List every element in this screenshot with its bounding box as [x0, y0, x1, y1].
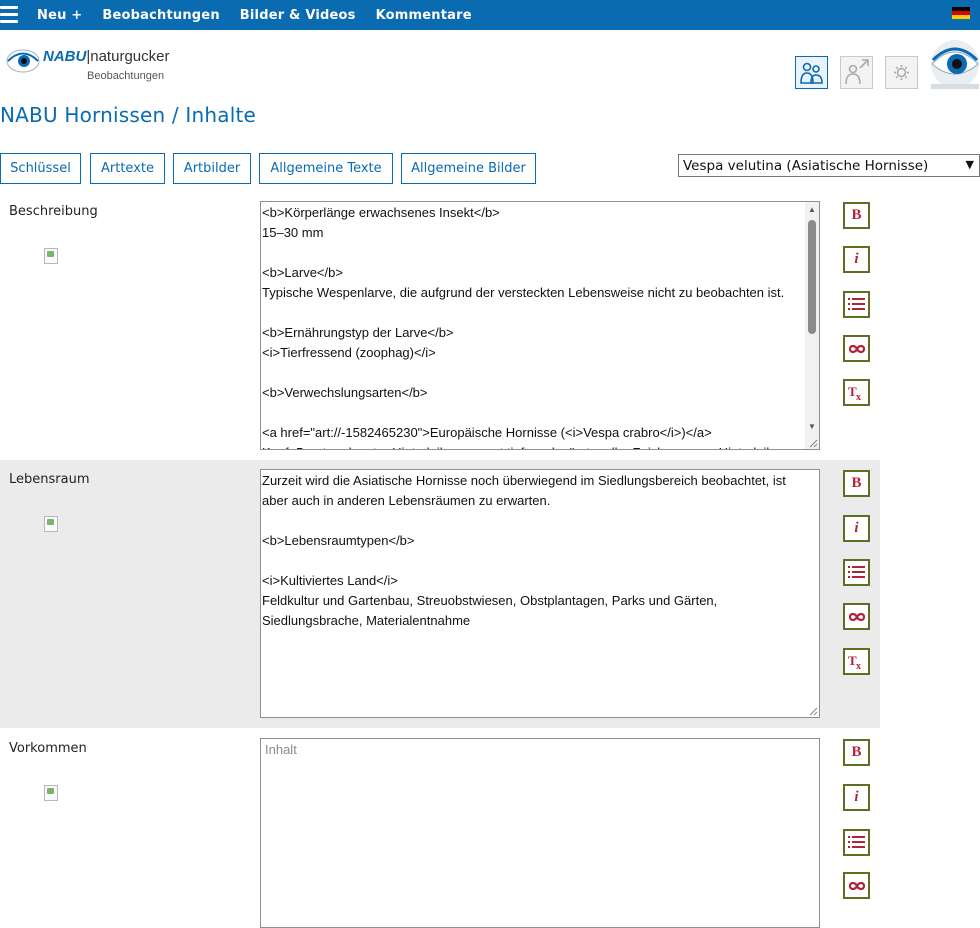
clear-format-button[interactable]: Tx: [843, 648, 870, 675]
list-button[interactable]: [843, 291, 870, 318]
section-label: Beschreibung: [9, 204, 98, 219]
svg-text:x: x: [856, 392, 861, 401]
list-button[interactable]: [843, 559, 870, 586]
italic-icon: i: [854, 789, 859, 805]
resize-grip-icon[interactable]: [808, 706, 818, 716]
list-icon: [848, 566, 865, 578]
section-vorkommen: Vorkommen Inhalt B i: [0, 729, 880, 928]
bold-button[interactable]: B: [843, 739, 870, 766]
link-icon: [848, 344, 865, 353]
resize-grip-icon[interactable]: [808, 438, 818, 448]
species-select[interactable]: Vespa velutina (Asiatische Hornisse) ▼: [678, 154, 980, 177]
italic-button[interactable]: i: [843, 515, 870, 542]
gear-icon: [894, 65, 909, 80]
nav-comments[interactable]: Kommentare: [376, 8, 472, 23]
section-beschreibung: Beschreibung <b>Körperlänge erwachsenes …: [0, 192, 880, 459]
editor-content: Zurzeit wird die Asiatische Hornisse noc…: [262, 473, 786, 628]
editor-scrollbar[interactable]: ▲ ▼: [805, 202, 819, 449]
eye-logo-icon: [6, 49, 40, 73]
clear-format-icon: Tx: [848, 654, 861, 670]
list-button[interactable]: [843, 829, 870, 856]
tab-allgemeine-texte[interactable]: Allgemeine Texte: [259, 153, 393, 184]
nav-new[interactable]: Neu +: [37, 8, 82, 23]
chevron-down-icon: ▼: [965, 158, 974, 171]
bold-button[interactable]: B: [843, 202, 870, 229]
bold-button[interactable]: B: [843, 470, 870, 497]
nav-observations[interactable]: Beobachtungen: [102, 8, 219, 23]
italic-button[interactable]: i: [843, 246, 870, 273]
export-person-button[interactable]: [840, 56, 873, 89]
tab-arttexte[interactable]: Arttexte: [90, 153, 165, 184]
export-person-icon: [845, 59, 869, 85]
text-editor-vorkommen[interactable]: Inhalt: [260, 738, 820, 928]
menu-icon[interactable]: [0, 6, 18, 24]
svg-text:x: x: [856, 661, 861, 670]
link-button[interactable]: [843, 335, 870, 362]
clear-format-button[interactable]: Tx: [843, 379, 870, 406]
broken-image-icon: [44, 785, 58, 801]
text-editor-beschreibung[interactable]: <b>Körperlänge erwachsenes Insekt</b> 15…: [260, 201, 820, 450]
italic-icon: i: [854, 251, 859, 267]
top-nav: Neu + Beobachtungen Bilder & Videos Komm…: [37, 0, 492, 30]
nav-images-videos[interactable]: Bilder & Videos: [240, 8, 356, 23]
logo-wordmark: NABU|naturgucker: [43, 48, 170, 65]
editor-content: <b>Körperlänge erwachsenes Insekt</b> 15…: [262, 205, 785, 449]
link-icon: [848, 612, 865, 621]
link-icon: [848, 881, 865, 890]
nabu-naturgucker-logo[interactable]: NABU|naturgucker Beobachtungen: [6, 44, 176, 84]
italic-icon: i: [854, 520, 859, 536]
broken-image-icon: [44, 248, 58, 264]
people-button[interactable]: [795, 56, 828, 89]
settings-button[interactable]: [885, 56, 918, 89]
section-label: Lebensraum: [9, 472, 90, 487]
tab-schluessel[interactable]: Schlüssel: [0, 153, 81, 184]
people-icon: [800, 62, 823, 84]
scroll-up-icon[interactable]: ▲: [808, 205, 816, 214]
section-label: Vorkommen: [9, 741, 87, 756]
logo-subtitle: Beobachtungen: [87, 70, 165, 82]
link-button[interactable]: [843, 603, 870, 630]
page-title: NABU Hornissen / Inhalte: [0, 103, 257, 127]
section-lebensraum: Lebensraum Zurzeit wird die Asiatische H…: [0, 460, 880, 728]
text-editor-lebensraum[interactable]: Zurzeit wird die Asiatische Hornisse noc…: [260, 469, 820, 718]
clear-format-icon: Tx: [848, 385, 861, 401]
link-button[interactable]: [843, 872, 870, 899]
editor-placeholder: Inhalt: [265, 742, 297, 757]
list-icon: [848, 836, 865, 848]
italic-button[interactable]: i: [843, 784, 870, 811]
scrollbar-thumb[interactable]: [808, 220, 816, 334]
tab-artbilder[interactable]: Artbilder: [173, 153, 251, 184]
broken-image-icon: [44, 516, 58, 532]
scroll-down-icon[interactable]: ▼: [808, 422, 816, 431]
naturgucker-eye-logo[interactable]: [929, 40, 980, 92]
species-select-value: Vespa velutina (Asiatische Hornisse): [683, 157, 929, 174]
list-icon: [848, 298, 865, 310]
german-flag-icon[interactable]: [952, 7, 970, 19]
top-navigation-bar: Neu + Beobachtungen Bilder & Videos Komm…: [0, 0, 980, 30]
tab-allgemeine-bilder[interactable]: Allgemeine Bilder: [401, 153, 536, 184]
